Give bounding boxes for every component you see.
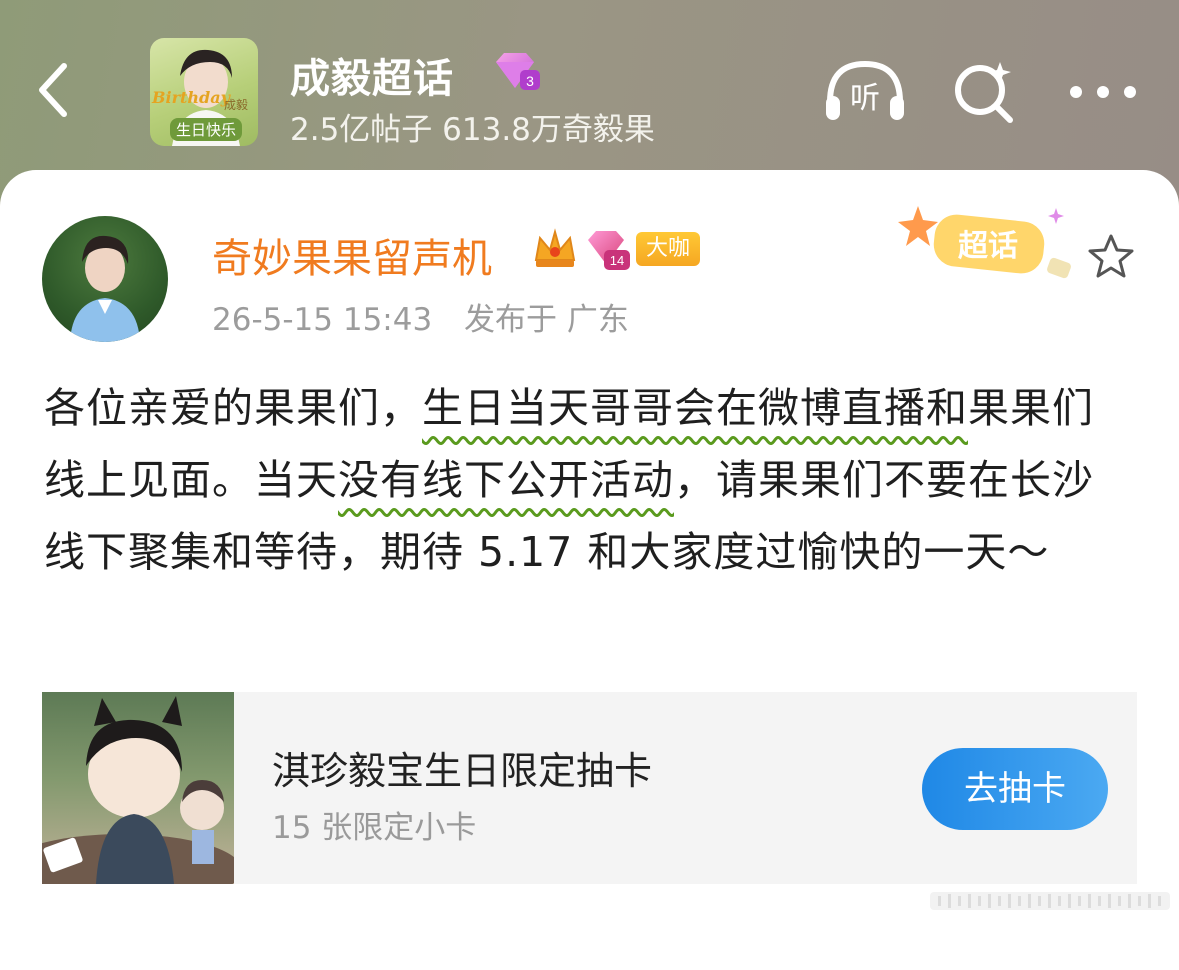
author-avatar-image <box>70 235 140 342</box>
promo-card[interactable]: 淇珍毅宝生日限定抽卡 15 张限定小卡 去抽卡 <box>42 692 1137 884</box>
vip-badge: 大咖 <box>636 232 701 266</box>
post-card: 奇妙果果留声机 14 大咖 26-5-15 15:43 发布于 广东 超话 各位… <box>0 170 1179 970</box>
promo-thumbnail <box>42 692 234 884</box>
search-icon <box>955 62 1013 123</box>
favorite-button[interactable] <box>1086 232 1136 282</box>
topic-avatar[interactable]: Birthday 成毅 生日快乐 <box>150 38 258 146</box>
author-name[interactable]: 奇妙果果留声机 <box>212 226 492 284</box>
back-button[interactable] <box>30 60 80 120</box>
topic-stats: 2.5亿帖子 613.8万奇毅果 <box>290 112 655 148</box>
topic-avatar-script: Birthday <box>152 88 230 107</box>
listen-button[interactable]: 听 <box>822 58 908 126</box>
topic-avatar-caption: 生日快乐 <box>170 118 243 141</box>
topic-level-number: 3 <box>526 73 534 89</box>
highlight-livestream: 生日当天哥哥会在微博直播和 <box>422 384 968 432</box>
post-timestamp: 26-5-15 15:43 <box>212 302 433 338</box>
promo-thumbnail-image <box>42 696 234 884</box>
post-body: 各位亲爱的果果们，生日当天哥哥会在微博直播和果果们线上见面。当天没有线下公开活动… <box>44 372 1134 588</box>
headphones-icon: 听 <box>826 60 904 120</box>
chaohua-sticker-label: 超话 <box>958 229 1018 264</box>
post-text-part: 各位亲爱的果果们， <box>44 384 422 432</box>
star-sticker-icon: 超话 <box>898 206 1071 279</box>
author-avatar[interactable] <box>42 216 168 342</box>
chevron-left-icon <box>39 63 67 117</box>
chaohua-sticker: 超话 <box>898 200 1088 290</box>
topic-level-badge: 3 <box>490 50 542 94</box>
author-level-badge: 14 <box>584 228 630 272</box>
diamond-icon: 3 <box>496 53 540 90</box>
topic-title: 成毅超话 <box>290 56 454 102</box>
search-button[interactable] <box>950 58 1018 126</box>
more-dots-icon <box>1070 86 1136 98</box>
scroll-indicator <box>930 886 1170 916</box>
promo-title: 淇珍毅宝生日限定抽卡 <box>272 749 653 793</box>
more-button[interactable] <box>1066 58 1140 126</box>
post-meta: 26-5-15 15:43 发布于 广东 <box>212 294 651 339</box>
diamond-icon: 14 <box>588 231 630 270</box>
promo-subtitle: 15 张限定小卡 <box>272 810 477 846</box>
draw-card-button[interactable]: 去抽卡 <box>922 748 1108 830</box>
listen-label: 听 <box>850 81 880 116</box>
star-outline-icon <box>1088 234 1134 278</box>
post-location: 发布于 广东 <box>464 302 629 338</box>
author-level-number: 14 <box>610 253 624 268</box>
topic-avatar-name: 成毅 <box>224 98 249 112</box>
highlight-no-offline: 没有线下公开活动 <box>338 456 674 504</box>
crown-icon <box>532 226 578 272</box>
